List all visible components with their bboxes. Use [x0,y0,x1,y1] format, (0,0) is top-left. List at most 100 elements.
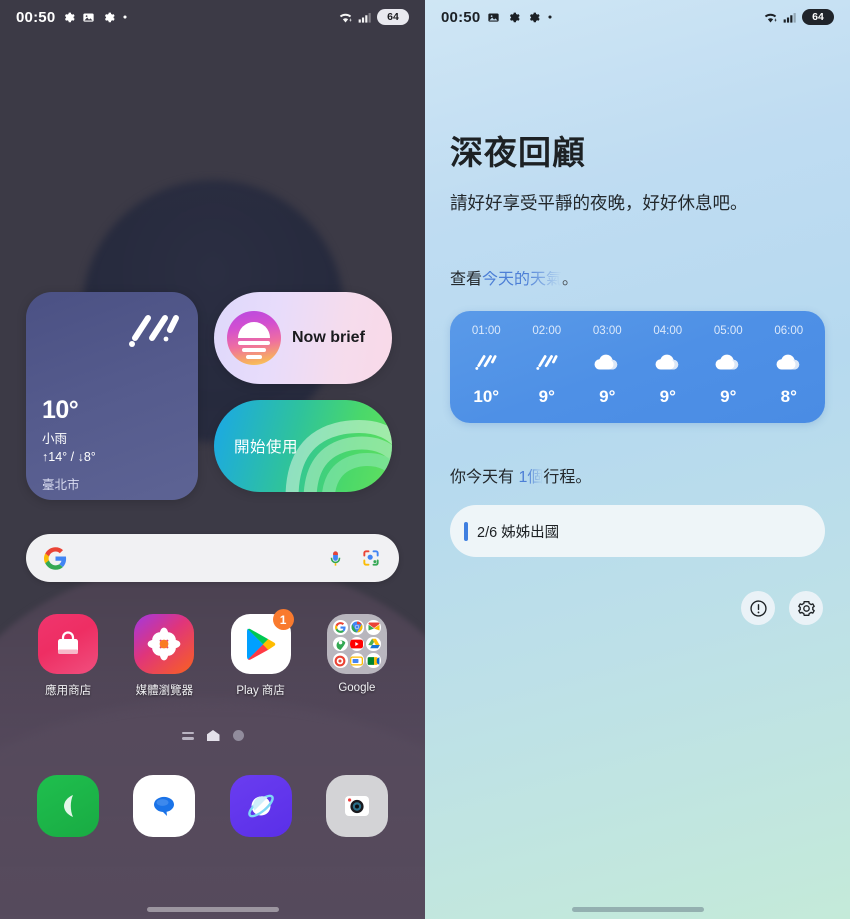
signal-icon [358,12,371,23]
home-screen: 00:50 64 10° 小雨 ↑14° / ↓8° 臺北市 Now brief… [0,0,425,919]
status-bar-right: 64 [338,9,409,25]
dock-phone[interactable] [20,775,116,837]
gesture-bar[interactable] [146,907,279,912]
event-color-bar [464,521,468,541]
info-button[interactable] [741,591,775,626]
event-card[interactable]: 2/6 姊姊出國 [450,505,825,558]
forecast-time: 05:00 [713,325,743,338]
maps-icon [332,636,348,652]
weather-link-suffix: 。 [562,271,579,289]
forecast-temp: 9° [599,387,616,407]
dot-icon [123,15,127,19]
internet-icon [229,775,292,837]
weather-temperature: 10° [42,396,79,424]
forecast-temp: 9° [538,387,555,407]
play-store-icon: 1 [230,609,294,674]
page-subtitle: 請好好享受平靜的夜晚，好好休息吧。 [450,193,748,213]
gesture-bar[interactable] [571,907,704,912]
google-search-bar[interactable] [26,534,399,582]
weather-link[interactable]: 今天的天氣 [482,271,562,288]
gear-icon [65,12,76,22]
schedule-unit: 個 [527,469,544,487]
forecast-hour: 02:00 9° [517,325,578,407]
app-media-browser[interactable]: 媒體瀏覽器 [116,614,212,698]
weather-link-prefix: 查看 [450,271,483,289]
app-play-store[interactable]: 1 Play 商店 [213,609,309,698]
forecast-hour: 05:00 9° [698,325,759,407]
dual-screenshot: 00:50 64 10° 小雨 ↑14° / ↓8° 臺北市 Now brief… [0,0,850,919]
dock-messages[interactable] [116,775,212,837]
chat-icon [349,653,365,668]
weather-high-low: ↑14° / ↓8° [42,450,96,464]
meet-icon [366,653,381,668]
phone-icon [37,775,100,837]
widget-zone: 10° 小雨 ↑14° / ↓8° 臺北市 Now brief 開始使用 [0,292,425,500]
list-icon[interactable] [181,731,194,740]
status-bar-left: 00:50 [16,9,128,26]
home-icon[interactable] [206,730,220,741]
forecast-temp: 9° [720,387,737,407]
widget-row: 10° 小雨 ↑14° / ↓8° 臺北市 Now brief 開始使用 [26,292,399,500]
drive-icon [366,636,381,652]
forecast-hour: 03:00 9° [577,325,638,407]
panel-body: 深夜回顧 請好好享受平靜的夜晚，好好休息吧。 查看今天的天氣。 01:00 10… [425,126,850,626]
app-galaxy-store[interactable]: 應用商店 [20,614,116,698]
exclamation-circle-icon [749,600,767,617]
wifi-icon [764,13,777,22]
schedule-count: 1 [518,469,528,487]
signal-icon [783,12,796,23]
youtube-icon [349,636,365,652]
page-indicator [0,730,425,741]
forecast-temp: 10° [473,387,500,407]
chrome-icon [349,620,365,635]
forecast-hour: 01:00 10° [456,325,517,407]
weather-city: 臺北市 [42,478,80,492]
gear-icon [510,12,521,22]
forecast-hour: 04:00 9° [638,325,699,407]
forecast-time: 06:00 [774,325,804,338]
weather-widget[interactable]: 10° 小雨 ↑14° / ↓8° 臺北市 [26,292,198,500]
media-browser-icon [134,614,195,674]
start-widget[interactable]: 開始使用 [214,400,392,492]
app-label: Play 商店 [236,685,285,697]
schedule-summary: 你今天有 1個行程。 [450,463,825,487]
cloud-icon [713,349,743,375]
rain-icon [473,349,499,375]
dot-icon[interactable] [232,730,244,741]
microphone-icon[interactable] [326,549,345,568]
weather-condition: 小雨 [42,432,68,446]
status-bar-left: 00:50 [441,9,553,26]
rain-icon [129,315,179,347]
galaxy-store-icon [38,614,99,674]
app-badge: 1 [272,609,294,630]
cloud-icon [653,349,683,375]
dock [20,775,405,837]
battery-indicator: 64 [802,9,834,25]
schedule-prefix: 你今天有 [450,469,519,487]
app-google-folder[interactable]: Google [309,614,405,698]
settings-button[interactable] [789,591,823,626]
widget-column: Now brief 開始使用 [214,292,392,500]
folder-preview [326,614,387,674]
start-widget-label: 開始使用 [234,439,299,456]
status-bar: 00:50 64 [425,0,850,34]
dock-internet[interactable] [213,775,309,837]
google-icon [332,620,348,635]
status-time: 00:50 [16,8,56,26]
forecast-time: 03:00 [592,325,622,338]
now-brief-widget[interactable]: Now brief [214,292,392,384]
wifi-icon [339,13,352,22]
event-text: 2/6 姊姊出國 [477,524,560,541]
battery-indicator: 64 [377,9,409,25]
google-folder-icon [326,614,387,674]
dock-camera[interactable] [309,775,405,837]
google-lens-icon[interactable] [361,548,381,568]
hourly-forecast-card[interactable]: 01:00 10° 02:00 9° 03:00 9° 04:00 9° 05:… [450,311,825,424]
now-brief-orb-icon [227,311,281,365]
app-label: Google [338,682,376,694]
forecast-temp: 9° [659,387,676,407]
image-icon [488,12,500,22]
panel-actions [450,591,825,626]
gear-icon [797,600,815,616]
rain-icon [534,349,560,375]
